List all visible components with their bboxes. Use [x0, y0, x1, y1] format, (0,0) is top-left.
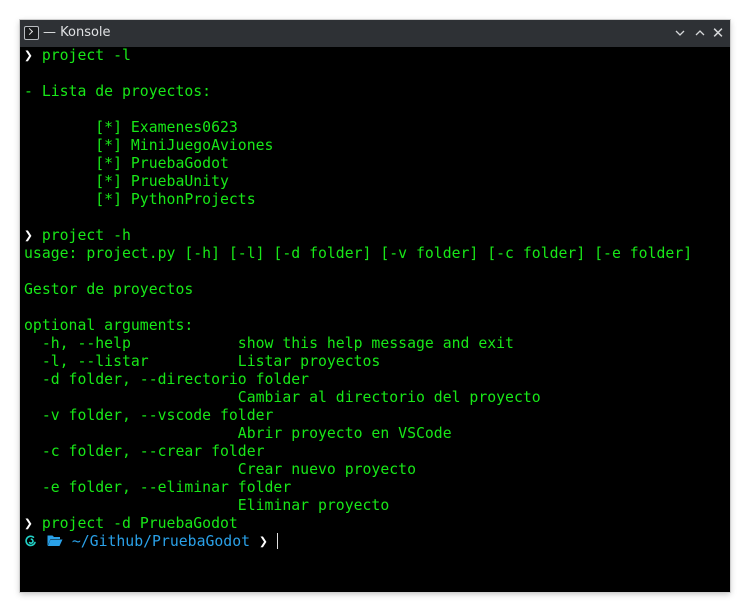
close-icon: ✕	[711, 24, 725, 42]
chevron-up-icon	[695, 30, 705, 36]
command-text: project -l	[32, 47, 131, 64]
window-title: — Konsole	[43, 25, 111, 40]
terminal-app-icon	[24, 26, 39, 40]
output-line: optional arguments:	[24, 317, 194, 334]
path-prefix: ~/Github/	[71, 533, 153, 550]
output-line: Crear nuevo proyecto	[24, 461, 416, 478]
output-line: [*] Examenes0623	[24, 119, 238, 136]
output-line: [*] MiniJuegoAviones	[24, 137, 274, 154]
output-line: -e folder, --eliminar folder	[24, 479, 292, 496]
output-line: -h, --help show this help message and ex…	[24, 335, 514, 352]
command-line: ❯ project -h	[24, 227, 728, 245]
output-line: Abrir proyecto en VSCode	[24, 425, 452, 442]
command-line: ❯ project -l	[24, 47, 728, 65]
debian-swirl-icon	[24, 533, 38, 550]
terminal-output[interactable]: ❯ project -l - Lista de proyectos: [*] Ex…	[24, 47, 728, 587]
output-line: usage: project.py [-h] [-l] [-d folder] …	[24, 245, 693, 262]
output-line: Gestor de proyectos	[24, 281, 194, 298]
command-text: project -h	[32, 227, 131, 244]
output-line: -c folder, --crear folder	[24, 443, 265, 460]
prompt-chevron: ❯	[24, 515, 33, 532]
output-line: [*] PruebaGodot	[24, 155, 229, 172]
maximize-button[interactable]	[690, 23, 710, 43]
output-line: - Lista de proyectos:	[24, 83, 212, 100]
current-directory: PruebaGodot	[152, 533, 251, 550]
folder-open-icon	[47, 533, 63, 550]
prompt-chevron: ❯	[250, 533, 277, 550]
chevron-down-icon	[675, 30, 685, 36]
output-line: -d folder, --directorio folder	[24, 371, 310, 388]
output-line: [*] PythonProjects	[24, 191, 256, 208]
title-bar[interactable]: — Konsole ✕	[20, 20, 730, 47]
prompt-chevron: ❯	[24, 227, 33, 244]
current-prompt-line[interactable]: ~/Github/PruebaGodot ❯	[24, 533, 728, 551]
konsole-window: — Konsole ✕ ❯ project -l - Lista de proye…	[20, 20, 730, 592]
close-button[interactable]: ✕	[708, 23, 728, 43]
output-line: Cambiar al directorio del proyecto	[24, 389, 541, 406]
output-line: -v folder, --vscode folder	[24, 407, 274, 424]
output-line: -l, --listar Listar proyectos	[24, 353, 381, 370]
output-line: [*] PruebaUnity	[24, 173, 229, 190]
text-cursor	[276, 533, 278, 549]
output-line: Eliminar proyecto	[24, 497, 390, 514]
command-text: project -d PruebaGodot	[32, 515, 238, 532]
command-line: ❯ project -d PruebaGodot	[24, 515, 728, 533]
minimize-button[interactable]	[670, 23, 690, 43]
prompt-chevron: ❯	[24, 47, 33, 64]
